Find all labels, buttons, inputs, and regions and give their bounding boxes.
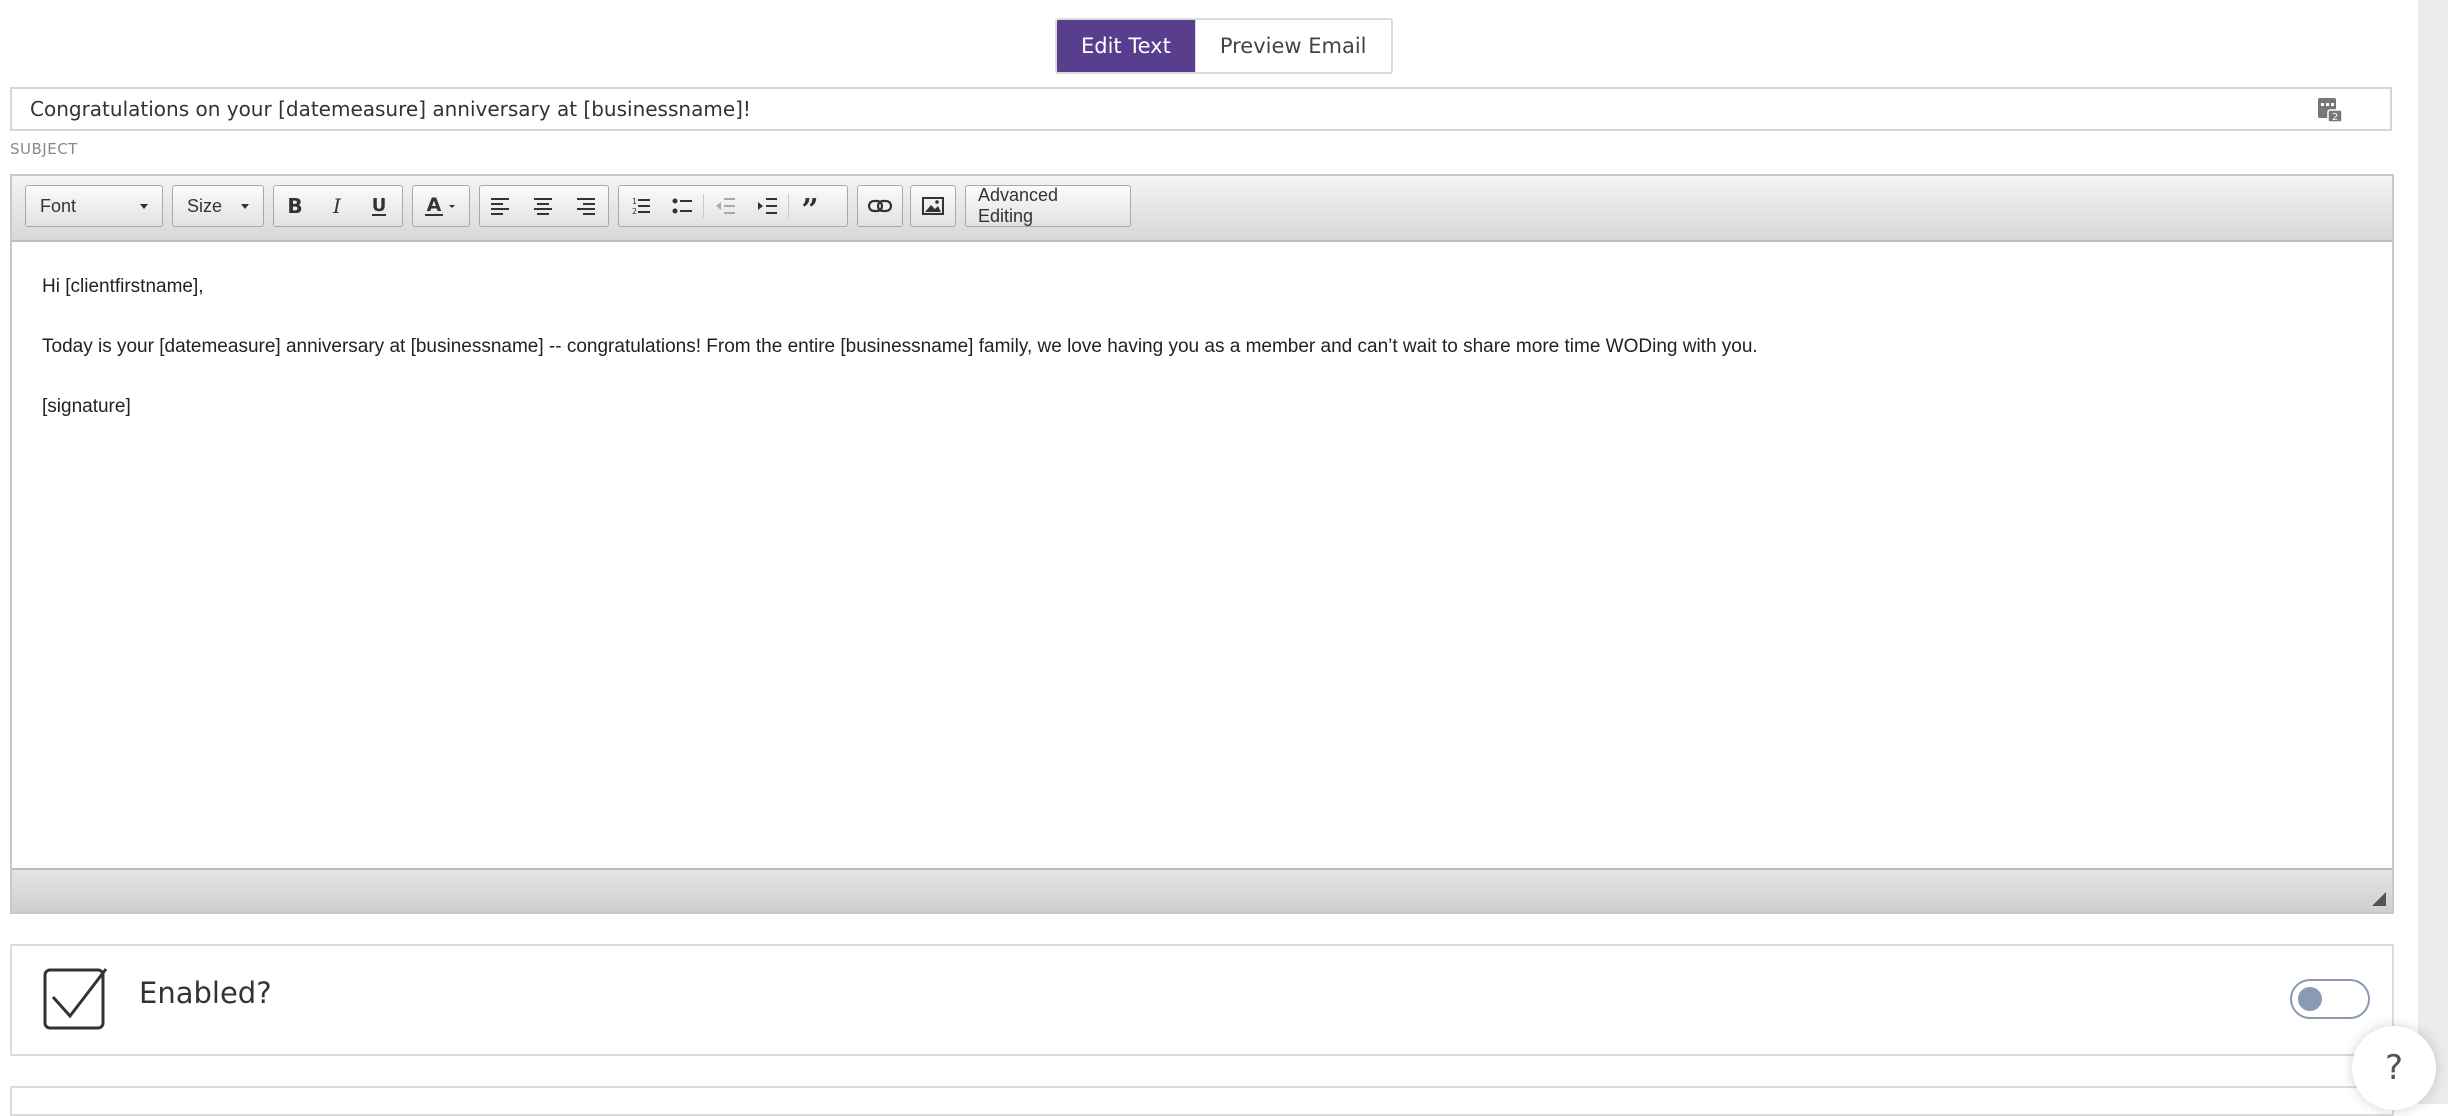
svg-text:2: 2 (2332, 112, 2338, 123)
resize-handle-icon[interactable] (2372, 892, 2386, 906)
tab-preview-email[interactable]: Preview Email (1194, 20, 1391, 72)
enabled-toggle[interactable] (2290, 979, 2370, 1019)
align-group (479, 185, 609, 227)
size-select[interactable]: Size (172, 185, 264, 227)
align-right-icon[interactable] (564, 186, 606, 226)
format-group: B I U (273, 185, 403, 227)
editor-statusbar (12, 868, 2392, 912)
checkbox-checked-icon (42, 966, 108, 1037)
size-select-label: Size (187, 195, 223, 216)
advanced-editing-label: Advanced Editing (978, 185, 1059, 226)
image-icon (911, 186, 955, 226)
tab-edit-text[interactable]: Edit Text (1057, 20, 1195, 72)
body-message: Today is your [datemeasure] anniversary … (42, 336, 1758, 357)
body-signature: [signature] (42, 396, 131, 417)
help-button[interactable]: ? (2352, 1026, 2436, 1110)
svg-text:I: I (332, 195, 342, 217)
view-tabs: Edit Text Preview Email (1055, 18, 1393, 74)
editor-content[interactable]: Hi [clientfirstname], Today is your [dat… (12, 242, 2392, 870)
chevron-down-icon (241, 203, 249, 209)
link-icon (858, 186, 902, 226)
svg-text:”: ” (801, 196, 818, 216)
numbered-list-icon[interactable]: 12 (619, 186, 661, 226)
merge-field-icon[interactable]: 2 (2316, 96, 2344, 124)
italic-icon[interactable]: I (316, 186, 358, 226)
bulleted-list-icon[interactable] (661, 186, 703, 226)
editor-toolbar: Font Size B I U A 1 2 ” Advanced Editing (12, 176, 2392, 242)
subject-input-value[interactable]: Congratulations on your [datemeasure] an… (30, 89, 751, 129)
text-color-button[interactable]: A (412, 185, 470, 227)
enabled-label: Enabled? (139, 976, 272, 1010)
blockquote-icon[interactable]: ” (789, 186, 831, 226)
text-color-icon: A (413, 186, 469, 226)
chevron-down-icon (140, 203, 148, 209)
enabled-setting-card: Enabled? (10, 944, 2394, 1056)
advanced-editing-button[interactable]: Advanced Editing (965, 185, 1131, 227)
svg-text:2: 2 (632, 207, 637, 216)
rich-text-editor: Font Size B I U A 1 2 ” Advanced Editing… (10, 174, 2394, 914)
subject-label: SUBJECT (10, 140, 78, 158)
align-left-icon[interactable] (480, 186, 522, 226)
svg-text:A: A (427, 194, 442, 216)
indent-icon[interactable] (746, 186, 788, 226)
list-group: 12 ” (618, 185, 848, 227)
svg-text:U: U (372, 195, 387, 216)
font-select[interactable]: Font (25, 185, 163, 227)
next-setting-card (10, 1086, 2394, 1116)
font-select-label: Font (40, 195, 77, 216)
underline-icon[interactable]: U (358, 186, 400, 226)
bold-icon[interactable]: B (274, 186, 316, 226)
align-center-icon[interactable] (522, 186, 564, 226)
toggle-knob (2298, 987, 2322, 1011)
outdent-icon[interactable] (704, 186, 746, 226)
link-button[interactable] (857, 185, 903, 227)
image-button[interactable] (910, 185, 956, 227)
scrollbar-track[interactable] (2418, 0, 2448, 1104)
subject-field[interactable]: Congratulations on your [datemeasure] an… (10, 87, 2392, 131)
svg-text:B: B (287, 195, 302, 217)
svg-text:1: 1 (632, 197, 637, 206)
body-greeting: Hi [clientfirstname], (42, 276, 204, 297)
